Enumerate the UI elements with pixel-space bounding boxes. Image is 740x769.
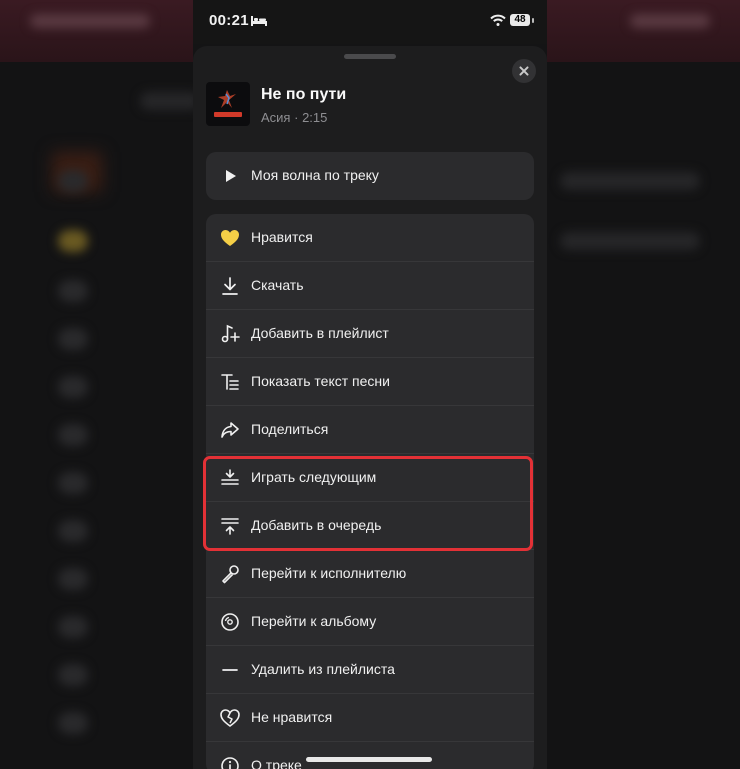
battery-indicator: 48 [510,14,530,26]
background-blur [58,472,88,494]
highlight-frame [203,456,533,551]
menu-item-dislike[interactable]: Не нравится [206,694,534,742]
track-subtitle: Асия · 2:15 [261,110,327,125]
menu-label: Показать текст песни [251,373,390,389]
battery-nub [532,18,534,23]
close-button[interactable] [512,59,536,83]
menu-item-download[interactable]: Скачать [206,262,534,310]
broken-heart-icon [220,709,240,727]
menu-label: Перейти к альбому [251,613,377,629]
background-blur [58,424,88,446]
sleep-mode-icon [251,16,267,26]
background-blur [30,14,150,28]
background-blur [58,328,88,350]
lyrics-icon [221,374,239,390]
background-blur [58,230,88,252]
menu-item-remove-from-playlist[interactable]: Удалить из плейлиста [206,646,534,694]
share-arrow-icon [221,422,239,438]
track-artist: Асия [261,110,291,125]
track-actions-sheet: Не по пути Асия · 2:15 Моя волна по трек… [193,46,547,769]
menu-label: Поделиться [251,421,329,437]
menu-label: Добавить в плейлист [251,325,389,341]
background-blur [58,616,88,638]
phone-screen: 00:21 48 Не по пути Асия · 2:15 Моя волн… [193,0,547,769]
menu-item-go-to-album[interactable]: Перейти к альбому [206,598,534,646]
menu-label: Скачать [251,277,304,293]
menu-label: Удалить из плейлиста [251,661,395,677]
heart-icon [221,230,239,246]
menu-item-share[interactable]: Поделиться [206,406,534,454]
status-bar: 00:21 48 [193,0,547,44]
background-blur [560,172,700,190]
background-blur [140,92,200,110]
home-indicator[interactable] [306,757,432,762]
background-blur [58,712,88,734]
menu-item-about-track[interactable]: О треке [206,742,534,769]
menu-item-like[interactable]: Нравится [206,214,534,262]
info-icon [221,757,239,769]
music-note-plus-icon [221,324,240,343]
menu-label: Не нравится [251,709,333,725]
microphone-icon [222,565,239,584]
wifi-icon [490,14,506,26]
background-blur [630,14,710,28]
sheet-grabber[interactable] [344,54,396,59]
background-blur [58,280,88,302]
play-icon [226,170,236,182]
background-blur [58,376,88,398]
track-title: Не по пути [261,86,347,103]
album-icon [221,613,239,631]
minus-icon [222,669,238,671]
background-blur [58,664,88,686]
album-cover [206,82,250,126]
background-blur [58,170,88,192]
background-blur [560,232,700,250]
menu-label: О треке [251,757,302,769]
track-duration: 2:15 [302,110,328,125]
download-icon [222,277,238,295]
subtitle-separator: · [294,110,299,125]
background-blur [58,568,88,590]
cover-art [218,90,236,108]
cover-title-graphic [214,112,242,117]
menu-item-add-to-playlist[interactable]: Добавить в плейлист [206,310,534,358]
menu-item-go-to-artist[interactable]: Перейти к исполнителю [206,550,534,598]
my-wave-row[interactable]: Моя волна по треку [206,152,534,200]
menu-label: Нравится [251,229,313,245]
menu-item-show-lyrics[interactable]: Показать текст песни [206,358,534,406]
background-blur [58,520,88,542]
menu-label: Перейти к исполнителю [251,565,407,581]
my-wave-label: Моя волна по треку [251,167,379,183]
status-time: 00:21 [209,12,249,29]
my-wave-by-track-button[interactable]: Моя волна по треку [206,152,534,200]
